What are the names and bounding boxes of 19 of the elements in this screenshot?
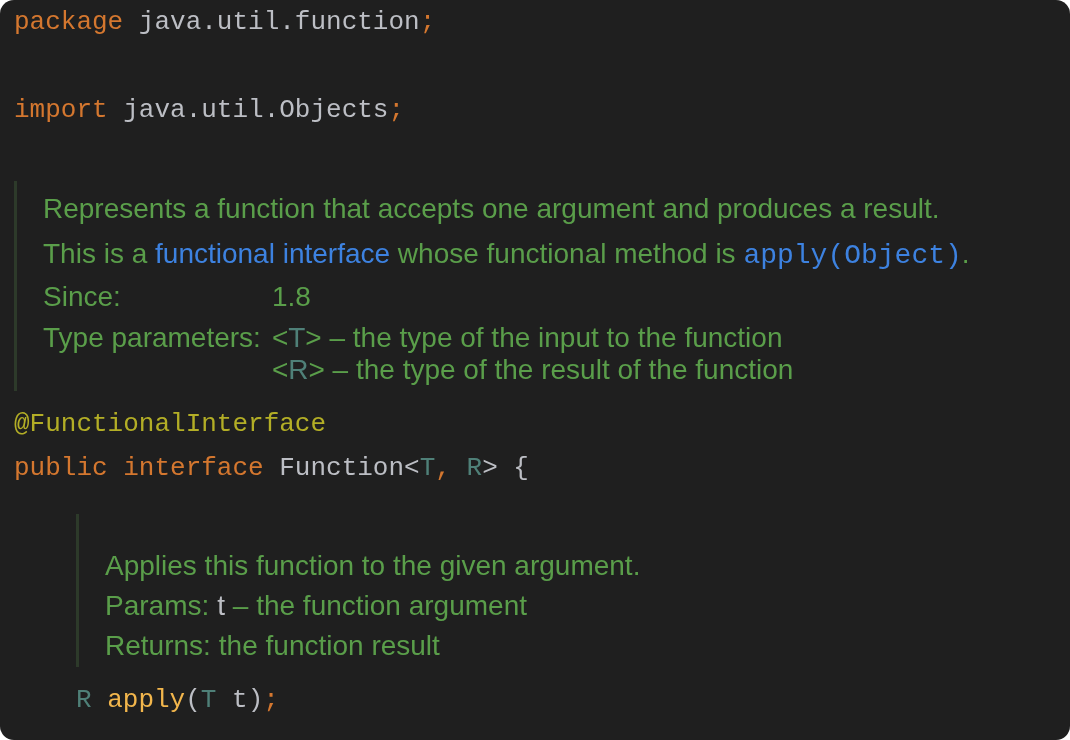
- code-link[interactable]: apply(Object): [743, 240, 962, 271]
- doc-label: Since:: [43, 281, 121, 313]
- code-line: @FunctionalInterface: [14, 408, 327, 441]
- doc-label: Params:: [105, 590, 210, 622]
- doc-label: Type parameters:: [43, 322, 261, 354]
- doc-text: <R> – the type of the result of the function: [271, 354, 794, 386]
- doc-link[interactable]: functional interface: [155, 238, 391, 269]
- doc-text: <T> – the type of the input to the function: [271, 322, 783, 354]
- doc-text: the function result: [218, 630, 440, 662]
- doc-text: Applies this function to the given argument.: [105, 550, 641, 582]
- doc-text: Represents a function that accepts one argument and produces a result.: [43, 193, 940, 225]
- doc-label: Returns:: [105, 630, 211, 662]
- doc-text: 1.8: [271, 281, 311, 313]
- code-line: import java.util.Objects;: [14, 94, 405, 127]
- code-line: package java.util.function;: [14, 6, 436, 39]
- doc-text: This is a functional interface whose functional method is apply(Object).: [43, 238, 970, 272]
- code-line: public interface Function<T, R> {: [14, 452, 529, 485]
- doc-text: t – the function argument: [217, 590, 527, 622]
- code-line: R apply(T t);: [76, 684, 279, 717]
